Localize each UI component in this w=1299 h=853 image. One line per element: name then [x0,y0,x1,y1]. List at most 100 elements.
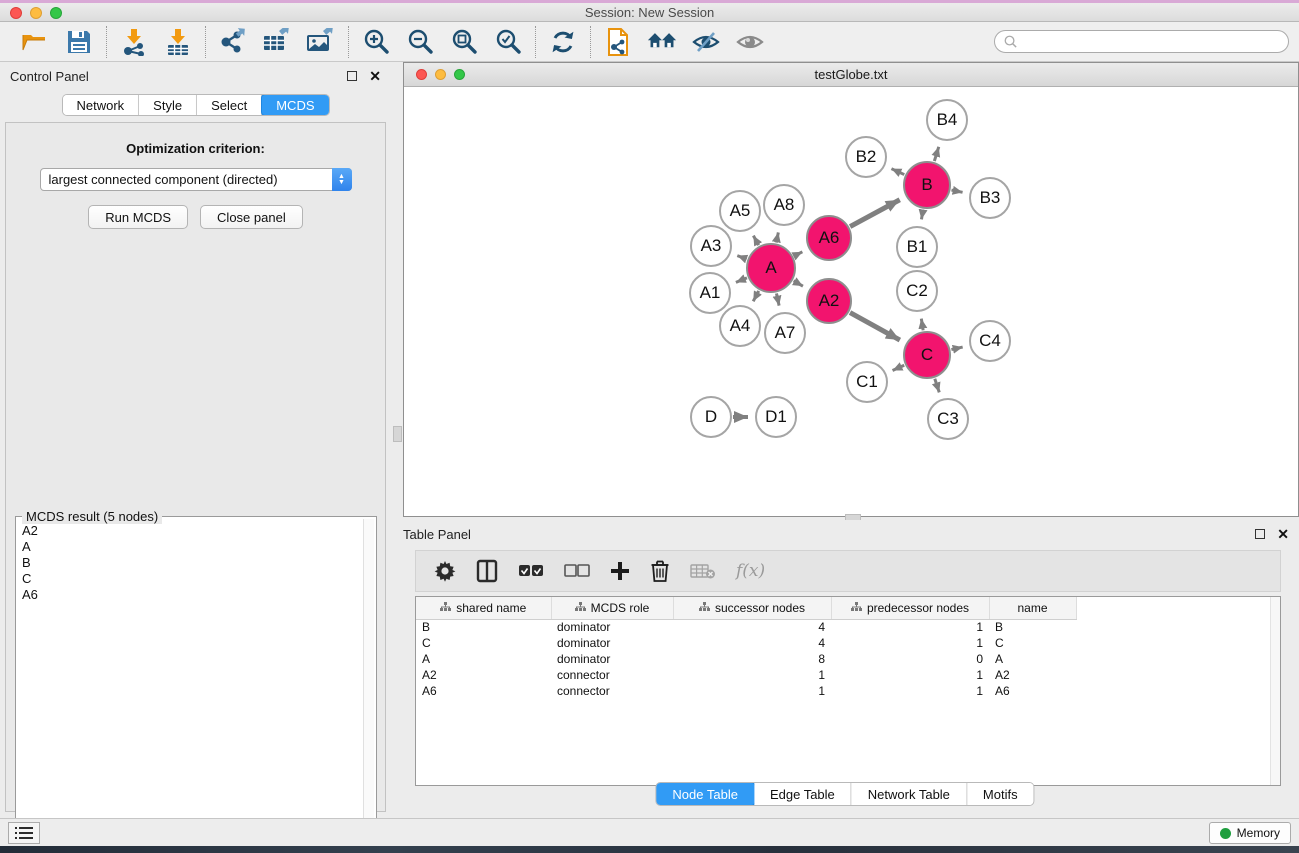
graph-node-A2[interactable]: A2 [806,278,852,324]
mcds-result-list[interactable]: A2ABCA6 [16,517,376,853]
select-all-checks-icon[interactable] [518,564,544,578]
graph-node-A5[interactable]: A5 [719,190,761,232]
import-table-icon[interactable] [163,27,193,57]
graph-node-B[interactable]: B [903,161,951,209]
column-header-MCDS-role[interactable]: MCDS role [551,597,673,619]
graph-node-A7[interactable]: A7 [764,312,806,354]
graph-node-A1[interactable]: A1 [689,272,731,314]
result-scrollbar[interactable] [363,519,374,851]
float-table-panel-icon[interactable] [1255,529,1265,539]
task-history-button[interactable] [8,822,40,844]
graph-node-B3[interactable]: B3 [969,177,1011,219]
table-toolbar: f(x) [415,550,1281,592]
result-item[interactable]: A6 [22,587,374,603]
column-header-successor-nodes[interactable]: successor nodes [673,597,831,619]
node-table-grid[interactable]: shared nameMCDS rolesuccessor nodesprede… [416,597,1088,699]
criterion-select[interactable]: largest connected component (directed) ▲… [40,168,352,191]
close-panel-button[interactable]: Close panel [200,205,303,229]
graph-node-A4[interactable]: A4 [719,305,761,347]
save-session-icon[interactable] [64,27,94,57]
show-all-houses-icon[interactable] [647,27,677,57]
edge-A-A8 [776,232,778,242]
table-scrollbar[interactable] [1270,597,1280,785]
status-bar: Memory [0,818,1299,846]
application-window: Session: New Session [0,0,1299,853]
memory-button[interactable]: Memory [1209,822,1291,844]
export-table-icon[interactable] [262,27,292,57]
deselect-all-checks-icon[interactable] [564,564,590,578]
tab-mcds[interactable]: MCDS [261,94,329,116]
table-row[interactable]: A6connector11A6 [416,683,1088,699]
graph-node-B1[interactable]: B1 [896,226,938,268]
table-row[interactable]: Cdominator41C [416,635,1088,651]
graph-node-A8[interactable]: A8 [763,184,805,226]
session-title: Session: New Session [0,5,1299,20]
graph-node-A3[interactable]: A3 [690,225,732,267]
network-canvas[interactable]: B4 B2 B B3 A8A5 A6 B1 A3 A A1 C2 A2 A4A7 C4 C C1 C3 D D1 [404,87,1298,516]
tab-style[interactable]: Style [139,95,197,115]
graph-node-B2[interactable]: B2 [845,136,887,178]
mcds-result-box: MCDS result (5 nodes) A2ABCA6 [15,516,377,853]
result-item[interactable]: A2 [22,523,374,539]
network-window-title: testGlobe.txt [404,67,1298,82]
result-item[interactable]: A [22,539,374,555]
export-image-icon[interactable] [306,27,336,57]
delete-table-icon[interactable] [690,562,716,580]
show-selected-eye-icon[interactable] [735,27,765,57]
edge-A2-C [850,313,900,340]
settings-gear-icon[interactable] [434,560,456,582]
table-tab-edge-table[interactable]: Edge Table [754,783,852,805]
column-layout-icon[interactable] [476,559,498,583]
clone-network-icon[interactable] [603,27,633,57]
graph-node-C1[interactable]: C1 [846,361,888,403]
delete-column-trash-icon[interactable] [650,559,670,583]
desktop-edge-bottom [0,846,1299,853]
refresh-layout-icon[interactable] [548,27,578,57]
column-header-name[interactable]: name [989,597,1076,619]
memory-status-icon [1220,828,1231,839]
table-tab-network-table[interactable]: Network Table [852,783,967,805]
add-column-icon[interactable] [610,561,630,581]
graph-node-A[interactable]: A [746,243,796,293]
vertical-splitter-grip[interactable] [393,426,402,442]
zoom-in-icon[interactable] [361,27,391,57]
hide-selected-eye-slash-icon[interactable] [691,27,721,57]
graph-node-D1[interactable]: D1 [755,396,797,438]
open-folder-icon[interactable] [20,27,50,57]
run-mcds-button[interactable]: Run MCDS [88,205,188,229]
column-header-shared-name[interactable]: shared name [416,597,551,619]
graph-node-A6[interactable]: A6 [806,215,852,261]
result-item[interactable]: B [22,555,374,571]
select-stepper-icon: ▲▼ [332,168,352,191]
search-input[interactable] [1018,33,1288,51]
export-network-icon[interactable] [218,27,248,57]
zoom-selected-icon[interactable] [493,27,523,57]
tab-network[interactable]: Network [62,95,139,115]
graph-node-B4[interactable]: B4 [926,99,968,141]
graph-node-D[interactable]: D [690,396,732,438]
close-panel-icon[interactable]: ✕ [369,71,381,81]
edge-B-B1 [921,210,923,220]
float-panel-icon[interactable] [347,71,357,81]
import-network-icon[interactable] [119,27,149,57]
function-builder-fx-icon[interactable]: f(x) [736,561,765,581]
tab-select[interactable]: Select [197,95,262,115]
graph-node-C4[interactable]: C4 [969,320,1011,362]
graph-node-C3[interactable]: C3 [927,398,969,440]
zoom-out-icon[interactable] [405,27,435,57]
edge-A-A3 [737,256,746,259]
table-row[interactable]: Adominator80A [416,651,1088,667]
result-item[interactable]: C [22,571,374,587]
column-header-predecessor-nodes[interactable]: predecessor nodes [831,597,989,619]
graph-node-C[interactable]: C [903,331,951,379]
table-row[interactable]: A2connector11A2 [416,667,1088,683]
zoom-fit-icon[interactable] [449,27,479,57]
table-row[interactable]: Bdominator41B [416,619,1088,635]
graph-node-C2[interactable]: C2 [896,270,938,312]
edge-C-C4 [951,347,962,350]
close-table-panel-icon[interactable]: ✕ [1277,529,1289,539]
search-field[interactable] [994,30,1289,53]
edge-A-A7 [776,293,779,305]
table-tab-motifs[interactable]: Motifs [967,783,1034,805]
table-tab-node-table[interactable]: Node Table [655,782,755,806]
